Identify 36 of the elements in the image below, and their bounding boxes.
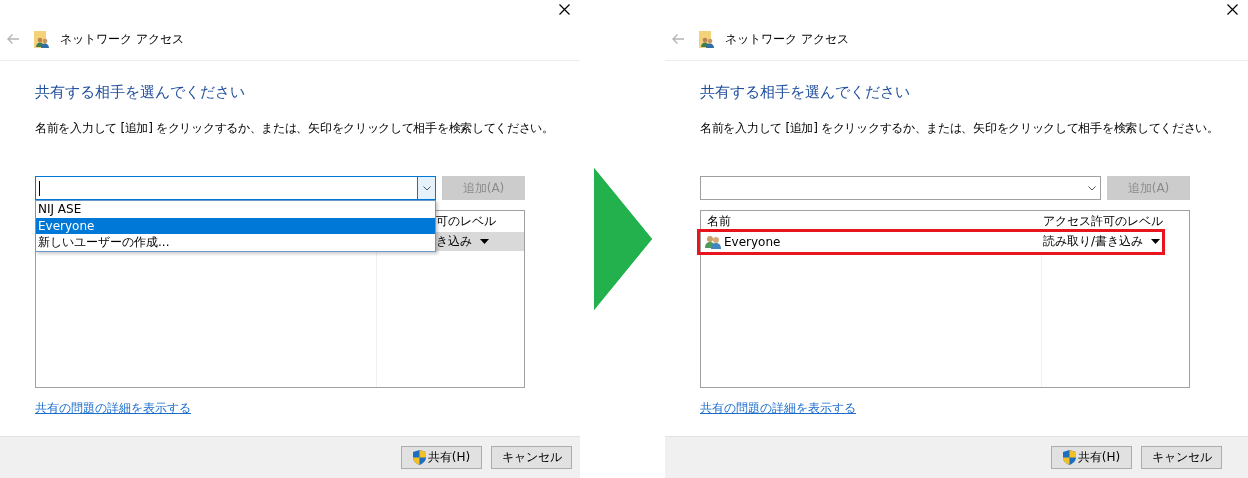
details-link[interactable]: 共有の問題の詳細を表示する <box>700 400 856 416</box>
cancel-button[interactable]: キャンセル <box>491 446 572 469</box>
text-cursor <box>39 180 40 196</box>
column-header: 可のレベル <box>435 213 497 230</box>
user-name: Everyone <box>724 234 781 249</box>
access-level: き込み <box>436 233 472 250</box>
dialog-heading: 共有する相手を選んでください <box>700 82 911 103</box>
list-row[interactable]: Everyone 読み取り/書き込み <box>701 232 1189 251</box>
window-title: ネットワーク アクセス <box>725 30 849 48</box>
name-combo-box[interactable] <box>700 176 1101 200</box>
dialog-heading: 共有する相手を選んでください <box>35 82 246 103</box>
shield-icon <box>1062 450 1076 465</box>
name-combo-box[interactable] <box>35 176 436 200</box>
network-users-icon <box>699 30 715 48</box>
instruction-text: 名前を入力して [追加] をクリックするか、または、矢印をクリックして相手を検索してください。 <box>35 120 555 136</box>
shield-icon <box>412 450 426 465</box>
share-button[interactable]: 共有(H) <box>401 446 482 469</box>
users-icon <box>705 234 721 249</box>
share-button[interactable]: 共有(H) <box>1051 446 1132 469</box>
column-header: アクセス許可のレベル <box>1042 213 1164 230</box>
details-link[interactable]: 共有の問題の詳細を表示する <box>35 400 191 416</box>
right-arrow-icon <box>593 168 652 310</box>
close-icon[interactable] <box>1227 3 1238 15</box>
network-users-icon <box>34 30 50 48</box>
window-title: ネットワーク アクセス <box>60 30 184 48</box>
chevron-down-icon <box>1087 185 1096 191</box>
dropdown-option[interactable]: 新しいユーザーの作成... <box>36 234 435 251</box>
access-level: 読み取り/書き込み <box>1043 233 1144 250</box>
cancel-button[interactable]: キャンセル <box>1141 446 1222 469</box>
column-header: 名前 <box>706 213 732 230</box>
dropdown-option[interactable]: NIJ ASE <box>36 201 435 218</box>
dropdown-triangle-icon[interactable] <box>1151 239 1161 244</box>
instruction-text: 名前を入力して [追加] をクリックするか、または、矢印をクリックして相手を検索してください。 <box>700 120 1220 136</box>
close-icon[interactable] <box>559 3 570 15</box>
chevron-down-icon <box>422 185 431 191</box>
dropdown-triangle-icon[interactable] <box>480 239 489 244</box>
